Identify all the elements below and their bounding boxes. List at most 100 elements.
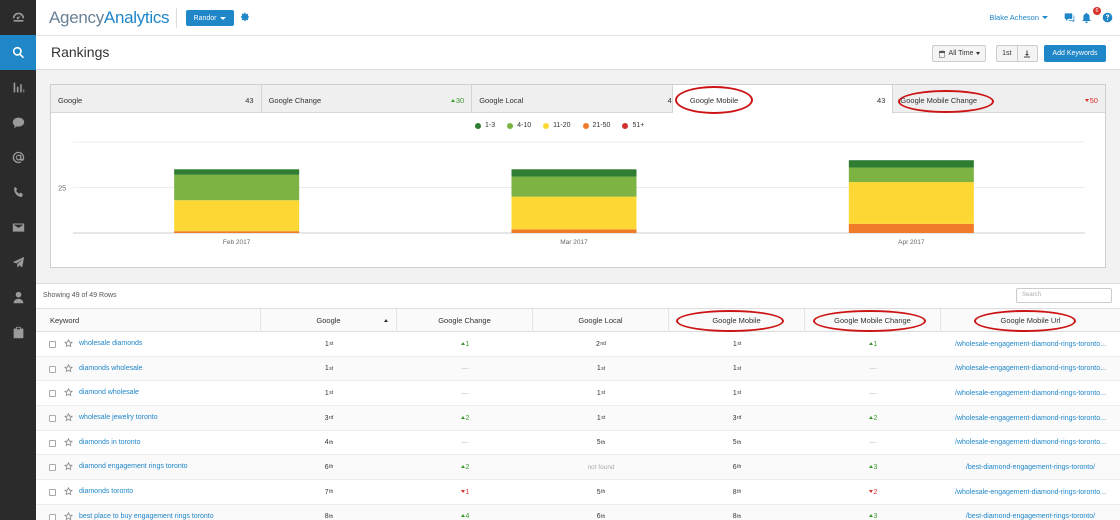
rank-suffix: th: [601, 489, 606, 496]
no-change-dash: —: [869, 365, 877, 373]
row-checkbox[interactable]: [49, 365, 56, 373]
star-icon[interactable]: [64, 462, 73, 471]
rank-suffix: th: [601, 513, 606, 520]
nav-item-at-sign[interactable]: [0, 140, 36, 175]
row-checkbox[interactable]: [49, 341, 56, 348]
mobile-url-link[interactable]: /wholesale-engagement-diamond-rings-toro…: [955, 489, 1106, 496]
change-value: 1: [460, 489, 469, 496]
google-local-cell: 5th: [533, 480, 669, 504]
star-icon[interactable]: [64, 511, 73, 520]
rank-value: 1: [596, 389, 601, 397]
nav-item-phone[interactable]: [0, 175, 36, 210]
google-mobile-url-cell: /wholesale-engagement-diamond-rings-toro…: [941, 332, 1120, 356]
date-range-button[interactable]: All Time: [932, 45, 986, 62]
row-checkbox[interactable]: [49, 489, 56, 497]
keyword-link[interactable]: diamonds toronto: [79, 488, 133, 495]
mobile-url-link[interactable]: /wholesale-engagement-diamond-rings-toro…: [955, 439, 1106, 446]
mobile-url-link[interactable]: /best-diamond-engagement-rings-toronto/: [966, 464, 1095, 471]
user-menu[interactable]: Blake Acheson: [989, 13, 1048, 22]
nav-item-dashboard[interactable]: [0, 0, 36, 35]
mobile-url-link[interactable]: /wholesale-engagement-diamond-rings-toro…: [955, 415, 1106, 422]
rank-value: 3: [324, 414, 329, 422]
google-mobile-url-cell: /wholesale-engagement-diamond-rings-toro…: [941, 406, 1120, 430]
mobile-url-link[interactable]: /wholesale-engagement-diamond-rings-toro…: [955, 341, 1106, 348]
table-search-input[interactable]: Search: [1016, 288, 1112, 303]
keyword-link[interactable]: diamonds in toronto: [79, 439, 140, 446]
col-google-local[interactable]: Google Local: [533, 309, 669, 332]
col-google-label: Google: [316, 316, 341, 325]
rank-suffix: th: [737, 489, 742, 496]
rank-suffix: st: [601, 415, 606, 422]
change-number: 2: [465, 463, 470, 471]
nav-item-envelope[interactable]: [0, 210, 36, 245]
col-google-mobile[interactable]: Google Mobile: [669, 309, 805, 332]
keyword-link[interactable]: diamond wholesale: [79, 389, 139, 396]
row-checkbox[interactable]: [49, 415, 56, 423]
mobile-url-link[interactable]: /wholesale-engagement-diamond-rings-toro…: [955, 390, 1106, 397]
star-icon[interactable]: [64, 363, 73, 373]
rank-suffix: th: [737, 513, 742, 520]
change-number: 2: [873, 414, 878, 422]
keyword-link[interactable]: wholesale diamonds: [79, 340, 142, 347]
at-sign-icon: [12, 151, 24, 164]
rank-value: 2: [596, 340, 600, 348]
x-tick-label: Apr 2017: [898, 239, 925, 246]
rank-suffix: th: [737, 439, 742, 446]
col-google-mobile-url[interactable]: Google Mobile Url: [941, 309, 1120, 332]
download-button[interactable]: [1016, 46, 1038, 61]
clipboard-icon: [13, 326, 23, 339]
rank-suffix: rd: [736, 415, 742, 422]
google-mobile-cell: 8th: [669, 480, 805, 504]
nav-item-bar-chart[interactable]: [0, 70, 36, 105]
client-selector-button[interactable]: Randor: [186, 10, 234, 26]
google-rank-cell: 3rd: [261, 406, 397, 430]
col-keyword[interactable]: Keyword: [36, 309, 261, 332]
table-row: wholesale jewelry toronto 3rd 2 1st 3rd 2/who…: [36, 406, 1120, 431]
keyword-link[interactable]: diamonds wholesale: [79, 365, 142, 372]
google-local-cell: not found: [533, 455, 669, 479]
google-mobile-url-cell: /wholesale-engagement-diamond-rings-toro…: [941, 431, 1120, 455]
nav-item-send[interactable]: [0, 245, 36, 280]
rank-value: 1: [596, 365, 601, 373]
keyword-link[interactable]: diamond engagement rings toronto: [79, 463, 188, 470]
google-change-cell: —: [397, 381, 533, 405]
no-change-dash: —: [461, 365, 469, 373]
keyword-link[interactable]: best place to buy engagement rings toron…: [79, 513, 214, 520]
star-icon[interactable]: [64, 486, 73, 496]
chat-icon[interactable]: [1064, 12, 1075, 23]
nav-item-clipboard[interactable]: [0, 315, 36, 350]
first-rank-button[interactable]: 1st: [997, 46, 1017, 61]
rank-value: 6: [732, 463, 737, 471]
nav-item-user[interactable]: [0, 280, 36, 315]
col-google-change[interactable]: Google Change: [397, 309, 533, 332]
google-mobile-change-cell: —: [805, 381, 941, 405]
star-icon[interactable]: [64, 338, 73, 348]
col-google[interactable]: Google: [261, 309, 397, 332]
mobile-url-link[interactable]: /best-diamond-engagement-rings-toronto/: [966, 513, 1095, 520]
row-checkbox[interactable]: [49, 390, 56, 398]
star-icon[interactable]: [64, 437, 73, 447]
app-logo[interactable]: AgencyAnalytics: [49, 8, 170, 28]
help-icon[interactable]: [1102, 12, 1113, 23]
change-number: 3: [873, 513, 878, 520]
nav-item-chat[interactable]: [0, 105, 36, 140]
nav-item-search[interactable]: [0, 35, 36, 70]
star-icon[interactable]: [64, 412, 73, 422]
chevron-down-icon: [220, 16, 227, 20]
row-checkbox[interactable]: [49, 464, 56, 472]
add-keywords-button[interactable]: Add Keywords: [1044, 45, 1106, 62]
gear-icon[interactable]: [240, 12, 250, 22]
google-mobile-change-cell: 2: [805, 480, 941, 504]
keyword-link[interactable]: wholesale jewelry toronto: [79, 414, 158, 421]
col-google-mobile-change[interactable]: Google Mobile Change: [805, 309, 941, 332]
row-checkbox[interactable]: [49, 513, 56, 520]
google-local-cell: 1st: [533, 381, 669, 405]
mobile-url-link[interactable]: /wholesale-engagement-diamond-rings-toro…: [955, 365, 1106, 372]
rank-suffix: st: [601, 365, 606, 372]
google-mobile-cell: 1st: [669, 357, 805, 381]
notification-badge: 6: [1093, 7, 1101, 15]
bell-icon[interactable]: [1081, 12, 1092, 23]
user-icon: [13, 291, 23, 304]
row-checkbox[interactable]: [49, 439, 56, 447]
star-icon[interactable]: [64, 388, 73, 397]
